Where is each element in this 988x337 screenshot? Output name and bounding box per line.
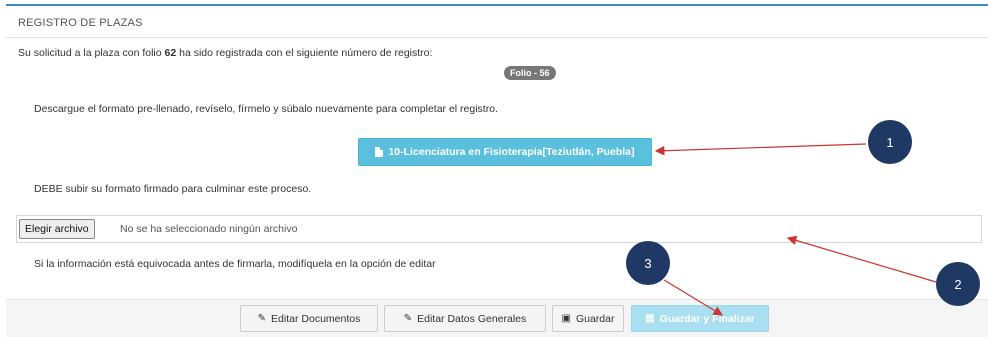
save-finalize-button[interactable]: ▤ Guardar y Finalizar (631, 305, 769, 332)
file-status: No se ha seleccionado ningún archivo (120, 223, 298, 235)
download-format-label: 10-Licenciatura en Fisioterapia[Teziutlá… (388, 146, 635, 158)
edit-documents-button[interactable]: ✎ Editar Documentos (240, 305, 378, 332)
choose-file-button[interactable]: Elegir archivo (19, 219, 95, 239)
folio-badge: Folio - 56 (504, 66, 556, 80)
edit-general-data-button[interactable]: ✎ Editar Datos Generales (384, 305, 546, 332)
save-label: Guardar (575, 312, 615, 325)
save-button[interactable]: ▣ Guardar (552, 305, 624, 332)
edit-icon: ✎ (403, 313, 413, 324)
file-icon (375, 147, 384, 157)
wrong-info-text: Si la información está equivocada antes … (34, 258, 436, 270)
must-upload-text: DEBE subir su formato firmado para culmi… (34, 183, 312, 195)
edit-icon: ✎ (257, 313, 267, 324)
folio-number: 62 (164, 47, 177, 59)
download-format-button[interactable]: 10-Licenciatura en Fisioterapia[Teziutlá… (358, 138, 652, 166)
annotation-marker-3: 3 (626, 241, 670, 285)
edit-documents-label: Editar Documentos (271, 312, 361, 325)
edit-general-label: Editar Datos Generales (417, 312, 527, 325)
message-prefix: Su solicitud a la plaza con folio (18, 47, 162, 59)
save-icon: ▣ (561, 313, 571, 324)
save-finalize-label: Guardar y Finalizar (659, 312, 755, 325)
registration-message: Su solicitud a la plaza con folio 62 ha … (18, 47, 432, 59)
annotation-marker-1: 1 (868, 120, 912, 164)
folder-icon: ▤ (645, 313, 655, 324)
download-instructions: Descargue el formato pre-llenado, revíse… (34, 103, 498, 115)
annotation-marker-2: 2 (936, 262, 980, 306)
page-title: REGISTRO DE PLAZAS (18, 17, 143, 29)
panel-header: REGISTRO DE PLAZAS (6, 6, 988, 38)
message-suffix: ha sido registrada con el siguiente núme… (179, 47, 433, 59)
